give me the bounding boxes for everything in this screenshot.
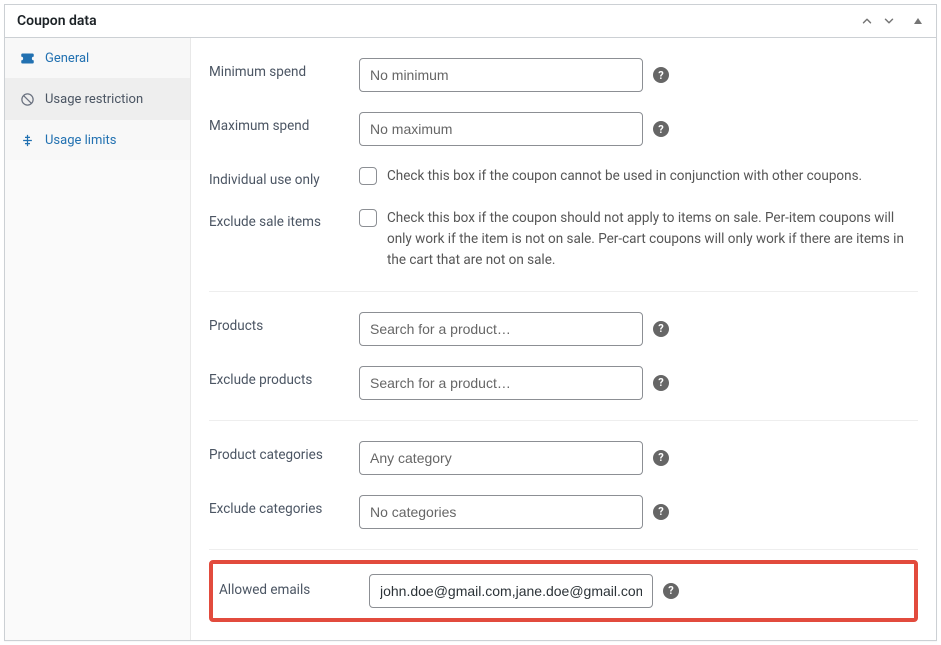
divider — [209, 291, 918, 292]
panel-body: General Usage restriction Usage limits M… — [5, 38, 936, 640]
allowed-emails-highlight: Allowed emails ? — [209, 560, 918, 622]
exclude-categories-input[interactable] — [359, 495, 643, 529]
panel-title: Coupon data — [17, 13, 97, 29]
tab-usage-restriction[interactable]: Usage restriction — [5, 79, 190, 120]
product-categories-input[interactable] — [359, 441, 643, 475]
minimum-spend-input[interactable] — [359, 58, 643, 92]
help-icon[interactable]: ? — [663, 583, 679, 599]
row-exclude-categories: Exclude categories ? — [209, 485, 918, 539]
row-products: Products ? — [209, 302, 918, 356]
panel-header: Coupon data — [5, 5, 936, 38]
row-exclude-products: Exclude products ? — [209, 356, 918, 410]
panel-move-up-icon[interactable] — [860, 14, 874, 28]
sliders-icon — [19, 132, 35, 148]
sidebar-tabs: General Usage restriction Usage limits — [5, 38, 191, 640]
divider — [209, 549, 918, 550]
tab-content: Minimum spend ? Maximum spend ? Individu… — [191, 38, 936, 640]
ban-icon — [19, 91, 35, 107]
panel-move-down-icon[interactable] — [882, 14, 896, 28]
ticket-icon — [19, 50, 35, 66]
product-categories-label: Product categories — [209, 441, 359, 463]
tab-usage-limits-label: Usage limits — [45, 133, 116, 148]
tab-usage-limits[interactable]: Usage limits — [5, 120, 190, 160]
row-individual-use: Individual use only Check this box if th… — [209, 156, 918, 198]
panel-controls — [860, 14, 924, 28]
help-icon[interactable]: ? — [653, 67, 669, 83]
help-icon[interactable]: ? — [653, 504, 669, 520]
row-allowed-emails: Allowed emails ? — [219, 572, 908, 610]
row-exclude-sale: Exclude sale items Check this box if the… — [209, 198, 918, 281]
exclude-sale-checkbox[interactable] — [359, 209, 377, 227]
help-icon[interactable]: ? — [653, 321, 669, 337]
exclude-categories-label: Exclude categories — [209, 495, 359, 517]
minimum-spend-label: Minimum spend — [209, 58, 359, 80]
divider — [209, 420, 918, 421]
exclude-sale-label: Exclude sale items — [209, 208, 359, 230]
tab-general-label: General — [45, 51, 89, 66]
help-icon[interactable]: ? — [653, 450, 669, 466]
individual-use-checkbox[interactable] — [359, 167, 377, 185]
tab-general[interactable]: General — [5, 38, 190, 79]
row-maximum-spend: Maximum spend ? — [209, 102, 918, 156]
allowed-emails-input[interactable] — [369, 574, 653, 608]
help-icon[interactable]: ? — [653, 375, 669, 391]
exclude-sale-desc: Check this box if the coupon should not … — [387, 208, 918, 271]
help-icon[interactable]: ? — [653, 121, 669, 137]
tab-usage-restriction-label: Usage restriction — [45, 92, 143, 107]
exclude-products-label: Exclude products — [209, 366, 359, 388]
individual-use-desc: Check this box if the coupon cannot be u… — [387, 166, 862, 187]
products-input[interactable] — [359, 312, 643, 346]
maximum-spend-label: Maximum spend — [209, 112, 359, 134]
allowed-emails-label: Allowed emails — [219, 574, 369, 598]
panel-toggle-icon[interactable] — [912, 15, 924, 27]
coupon-data-panel: Coupon data General — [4, 4, 937, 641]
products-label: Products — [209, 312, 359, 334]
row-minimum-spend: Minimum spend ? — [209, 48, 918, 102]
maximum-spend-input[interactable] — [359, 112, 643, 146]
individual-use-label: Individual use only — [209, 166, 359, 188]
exclude-products-input[interactable] — [359, 366, 643, 400]
row-product-categories: Product categories ? — [209, 431, 918, 485]
